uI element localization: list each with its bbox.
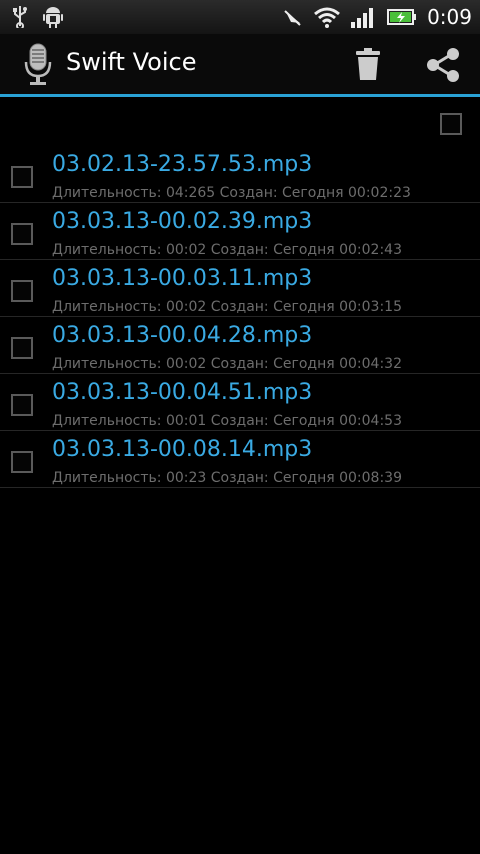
item-checkbox[interactable] <box>11 280 33 302</box>
usb-icon <box>13 6 27 28</box>
action-bar-divider <box>0 94 480 97</box>
item-checkbox[interactable] <box>11 451 33 473</box>
recording-filename[interactable]: 03.03.13-00.04.28.mp3 <box>52 323 312 348</box>
action-bar: Swift Voice <box>0 34 480 94</box>
share-icon[interactable] <box>424 46 462 84</box>
clock-time: 0:09 <box>427 5 472 29</box>
item-checkbox[interactable] <box>11 337 33 359</box>
trash-icon[interactable] <box>350 46 386 82</box>
list-item[interactable]: 03.03.13-00.03.11.mp3 Длительность: 00:0… <box>0 260 480 317</box>
list-item[interactable]: 03.03.13-00.04.51.mp3 Длительность: 00:0… <box>0 374 480 431</box>
recording-filename[interactable]: 03.03.13-00.03.11.mp3 <box>52 266 312 291</box>
recordings-list: 03.02.13-23.57.53.mp3 Длительность: 04:2… <box>0 146 480 488</box>
recording-meta: Длительность: 00:02 Создан: Сегодня 00:0… <box>52 242 402 258</box>
app-title: Swift Voice <box>66 48 197 76</box>
item-checkbox[interactable] <box>11 223 33 245</box>
mute-icon <box>284 10 301 26</box>
select-all-checkbox[interactable] <box>440 113 462 135</box>
item-checkbox[interactable] <box>11 394 33 416</box>
android-debug-icon <box>43 7 63 28</box>
recording-filename[interactable]: 03.03.13-00.08.14.mp3 <box>52 437 312 462</box>
list-item[interactable]: 03.02.13-23.57.53.mp3 Длительность: 04:2… <box>0 146 480 203</box>
signal-icon <box>351 8 374 28</box>
wifi-icon <box>314 7 341 28</box>
list-item[interactable]: 03.03.13-00.04.28.mp3 Длительность: 00:0… <box>0 317 480 374</box>
recording-filename[interactable]: 03.03.13-00.02.39.mp3 <box>52 209 312 234</box>
recording-meta: Длительность: 04:265 Создан: Сегодня 00:… <box>52 185 411 201</box>
battery-charging-icon <box>387 9 417 25</box>
recording-meta: Длительность: 00:01 Создан: Сегодня 00:0… <box>52 413 402 429</box>
list-item[interactable]: 03.03.13-00.02.39.mp3 Длительность: 00:0… <box>0 203 480 260</box>
item-checkbox[interactable] <box>11 166 33 188</box>
list-item[interactable]: 03.03.13-00.08.14.mp3 Длительность: 00:2… <box>0 431 480 488</box>
microphone-icon[interactable] <box>22 42 54 86</box>
recording-meta: Длительность: 00:02 Создан: Сегодня 00:0… <box>52 299 402 315</box>
recording-meta: Длительность: 00:23 Создан: Сегодня 00:0… <box>52 470 402 486</box>
recording-filename[interactable]: 03.03.13-00.04.51.mp3 <box>52 380 312 405</box>
recording-meta: Длительность: 00:02 Создан: Сегодня 00:0… <box>52 356 402 372</box>
status-bar: 0:09 <box>0 0 480 34</box>
recording-filename[interactable]: 03.02.13-23.57.53.mp3 <box>52 152 312 177</box>
